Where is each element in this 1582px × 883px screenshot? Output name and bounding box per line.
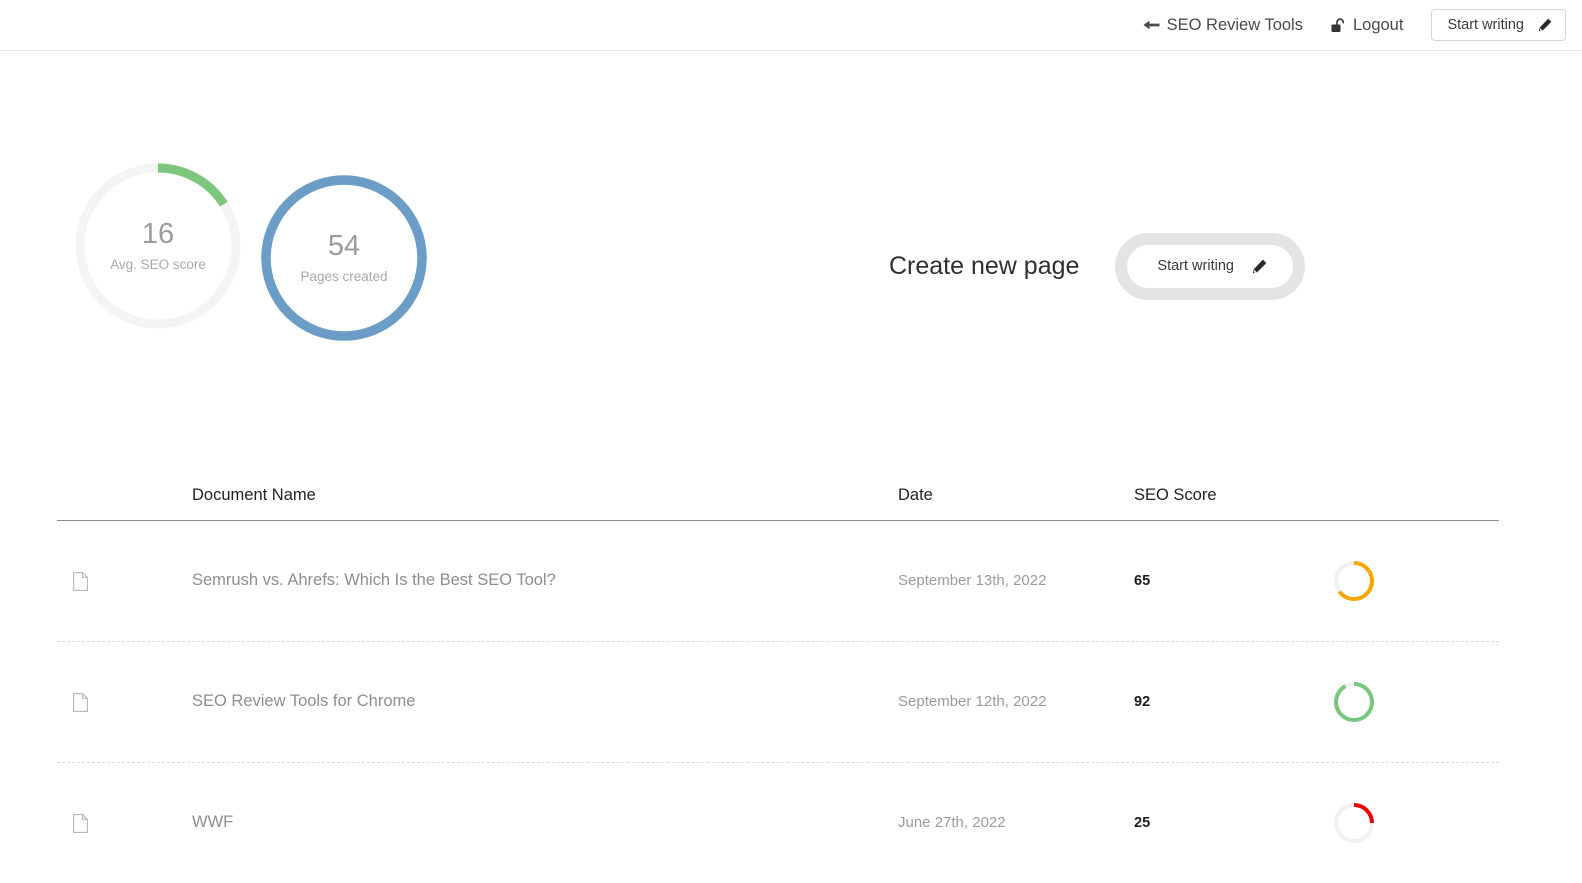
- header-start-writing-button[interactable]: Start writing: [1431, 8, 1566, 42]
- table-row[interactable]: SEO Review Tools for Chrome September 12t…: [57, 642, 1499, 763]
- document-date: September 13th, 2022: [898, 572, 1047, 589]
- document-date-cell: September 12th, 2022: [898, 693, 1134, 711]
- document-name-link[interactable]: SEO Review Tools for Chrome: [192, 692, 415, 710]
- score-ring: [1332, 559, 1376, 603]
- top-header-bar: SEO Review Tools Logout Start writing: [0, 0, 1582, 51]
- table-row[interactable]: Semrush vs. Ahrefs: Which Is the Best SE…: [57, 521, 1499, 642]
- score-ring: [1332, 680, 1376, 724]
- document-date-cell: June 27th, 2022: [898, 814, 1134, 832]
- document-score-ring-cell: [1294, 801, 1499, 845]
- document-name-cell: Semrush vs. Ahrefs: Which Is the Best SE…: [192, 572, 898, 590]
- column-header-document-name: Document Name: [192, 485, 316, 504]
- document-icon-cell: [57, 813, 192, 833]
- file-icon: [73, 813, 88, 833]
- document-score-value: 65: [1134, 573, 1151, 589]
- document-score-ring-cell: [1294, 680, 1499, 724]
- gauge-pages-created-value: 54: [327, 230, 361, 263]
- document-name-cell: WWF: [192, 814, 898, 832]
- document-score-ring-cell: [1294, 559, 1499, 603]
- gauge-avg-seo-score-label: Avg. SEO score: [110, 257, 206, 273]
- pencil-icon: [1252, 259, 1267, 274]
- logout-label: Logout: [1352, 15, 1404, 34]
- start-writing-cta-button[interactable]: Start writing: [1127, 245, 1293, 288]
- document-icon-cell: [57, 571, 192, 591]
- documents-table: Document Name Date SEO Score Semrush vs.…: [57, 470, 1499, 883]
- document-score-cell: 92: [1134, 693, 1294, 711]
- table-row[interactable]: WWF June 27th, 2022 25: [57, 763, 1499, 883]
- unlock-icon: [1331, 17, 1346, 33]
- documents-table-header: Document Name Date SEO Score: [57, 470, 1499, 521]
- gauge-avg-seo-score-center: 16 Avg. SEO score: [72, 160, 244, 332]
- document-name-cell: SEO Review Tools for Chrome: [192, 693, 898, 711]
- back-to-seo-review-tools-link[interactable]: SEO Review Tools: [1143, 17, 1303, 34]
- file-icon: [73, 692, 88, 712]
- document-score-cell: 65: [1134, 572, 1294, 590]
- documents-table-body: Semrush vs. Ahrefs: Which Is the Best SE…: [57, 521, 1499, 883]
- gauge-avg-seo-score: 16 Avg. SEO score: [72, 160, 244, 332]
- create-new-page-block: Create new page Start writing: [889, 233, 1305, 300]
- document-score-value: 25: [1134, 815, 1151, 831]
- start-writing-cta-label: Start writing: [1157, 258, 1234, 275]
- pencil-icon: [1538, 18, 1552, 32]
- header-start-writing-label: Start writing: [1447, 16, 1524, 33]
- logout-link[interactable]: Logout: [1331, 17, 1403, 34]
- gauge-pages-created-center: 54 Pages created: [258, 172, 430, 344]
- document-date: June 27th, 2022: [898, 814, 1006, 831]
- gauge-pages-created-label: Pages created: [300, 269, 388, 285]
- arrow-left-icon: [1143, 19, 1160, 31]
- document-date-cell: September 13th, 2022: [898, 572, 1134, 590]
- document-icon-cell: [57, 692, 192, 712]
- score-ring: [1332, 801, 1376, 845]
- column-header-seo-score: SEO Score: [1134, 485, 1217, 504]
- column-header-date: Date: [898, 485, 933, 504]
- document-date: September 12th, 2022: [898, 693, 1047, 710]
- gauge-avg-seo-score-value: 16: [141, 218, 175, 251]
- back-link-label: SEO Review Tools: [1166, 15, 1303, 34]
- document-score-value: 92: [1134, 694, 1151, 710]
- create-new-page-title: Create new page: [889, 252, 1080, 280]
- document-score-cell: 25: [1134, 814, 1294, 832]
- file-icon: [73, 571, 88, 591]
- start-writing-cta-ring: Start writing: [1115, 233, 1305, 300]
- document-name-link[interactable]: Semrush vs. Ahrefs: Which Is the Best SE…: [192, 571, 556, 589]
- top-header-actions: SEO Review Tools Logout Start writing: [1143, 0, 1566, 50]
- document-name-link[interactable]: WWF: [192, 813, 233, 831]
- gauge-pages-created: 54 Pages created: [258, 172, 430, 344]
